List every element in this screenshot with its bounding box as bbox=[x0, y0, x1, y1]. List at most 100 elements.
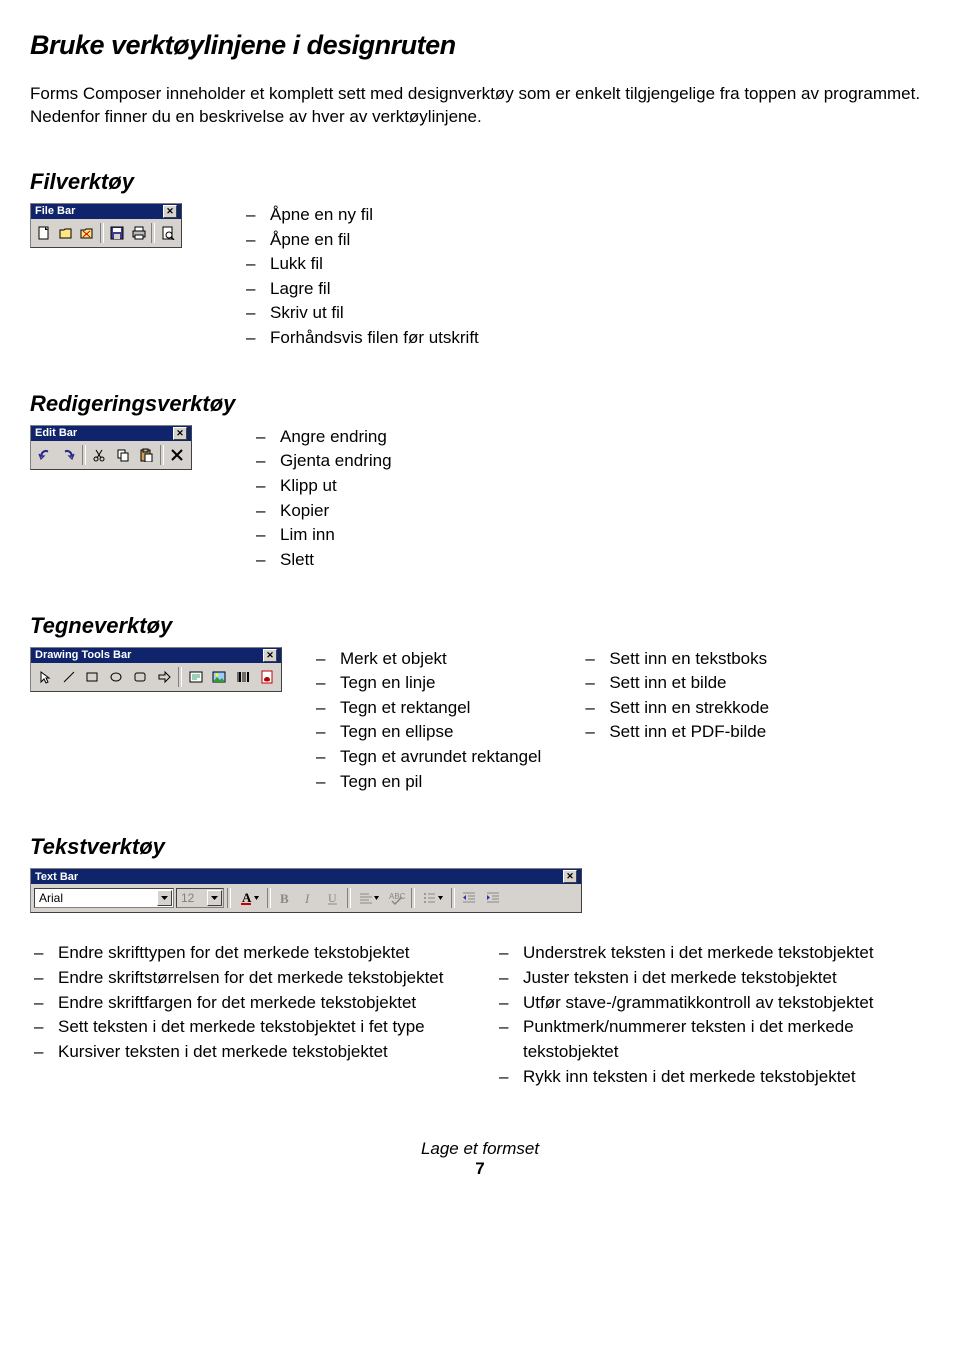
svg-text:B: B bbox=[280, 891, 289, 905]
outdent-icon[interactable] bbox=[458, 887, 480, 909]
file-tools-section: Filverktøy File Bar ✕ bbox=[30, 169, 930, 351]
edit-toolbar: Edit Bar ✕ bbox=[30, 425, 192, 470]
file-tools-heading: Filverktøy bbox=[30, 169, 930, 195]
list-item: Rykk inn teksten i det merkede tekstobje… bbox=[519, 1065, 930, 1090]
close-icon[interactable]: ✕ bbox=[263, 649, 277, 662]
list-item: Skriv ut fil bbox=[266, 301, 479, 326]
barcode-icon[interactable] bbox=[232, 666, 254, 688]
list-item: Tegn en pil bbox=[336, 770, 541, 795]
list-item: Sett teksten i det merkede tekstobjektet… bbox=[54, 1015, 465, 1040]
line-icon[interactable] bbox=[58, 666, 80, 688]
list-item: Tegn en linje bbox=[336, 671, 541, 696]
cut-icon[interactable] bbox=[89, 444, 110, 466]
text-tools-section: Tekstverktøy Text Bar ✕ Arial 12 A B bbox=[30, 834, 930, 1089]
file-tools-list: Åpne en ny fil Åpne en fil Lukk fil Lagr… bbox=[242, 203, 479, 351]
list-item: Endre skriftstørrelsen for det merkede t… bbox=[54, 966, 465, 991]
page-title: Bruke verktøylinjene i designruten bbox=[30, 30, 930, 61]
bullets-icon[interactable] bbox=[418, 887, 448, 909]
draw-tools-list-2: Sett inn en tekstboks Sett inn et bilde … bbox=[581, 647, 769, 795]
pointer-icon[interactable] bbox=[34, 666, 56, 688]
close-file-icon[interactable] bbox=[77, 222, 97, 244]
close-icon[interactable]: ✕ bbox=[173, 427, 187, 440]
save-icon[interactable] bbox=[107, 222, 127, 244]
draw-tools-section: Tegneverktøy Drawing Tools Bar ✕ bbox=[30, 613, 930, 795]
list-item: Endre skrifttypen for det merkede teksto… bbox=[54, 941, 465, 966]
spellcheck-icon[interactable]: ABC bbox=[386, 887, 408, 909]
list-item: Åpne en ny fil bbox=[266, 203, 479, 228]
edit-tools-list: Angre endring Gjenta endring Klipp ut Ko… bbox=[252, 425, 392, 573]
list-item: Lim inn bbox=[276, 523, 392, 548]
draw-toolbar-title: Drawing Tools Bar bbox=[35, 649, 131, 661]
list-item: Kopier bbox=[276, 499, 392, 524]
svg-text:U: U bbox=[328, 891, 337, 905]
font-dropdown[interactable]: Arial bbox=[34, 888, 174, 908]
footer-label: Lage et formset bbox=[30, 1139, 930, 1159]
edit-tools-section: Redigeringsverktøy Edit Bar ✕ bbox=[30, 391, 930, 573]
footer-page-number: 7 bbox=[30, 1159, 930, 1179]
list-item: Sett inn et bilde bbox=[605, 671, 769, 696]
text-tools-heading: Tekstverktøy bbox=[30, 834, 930, 860]
ellipse-icon[interactable] bbox=[105, 666, 127, 688]
list-item: Understrek teksten i det merkede tekstob… bbox=[519, 941, 930, 966]
pdf-icon[interactable] bbox=[256, 666, 278, 688]
text-toolbar-title: Text Bar bbox=[35, 871, 78, 883]
svg-text:I: I bbox=[304, 891, 310, 905]
edit-tools-heading: Redigeringsverktøy bbox=[30, 391, 930, 417]
edit-toolbar-title: Edit Bar bbox=[35, 427, 77, 439]
chevron-down-icon[interactable] bbox=[157, 890, 172, 906]
undo-icon[interactable] bbox=[34, 444, 55, 466]
chevron-down-icon[interactable] bbox=[207, 890, 222, 906]
list-item: Punktmerk/nummerer teksten i det merkede… bbox=[519, 1015, 930, 1064]
arrow-icon[interactable] bbox=[153, 666, 175, 688]
textbox-icon[interactable] bbox=[185, 666, 207, 688]
list-item: Kursiver teksten i det merkede tekstobje… bbox=[54, 1040, 465, 1065]
file-toolbar-title: File Bar bbox=[35, 205, 75, 217]
text-tools-list-2: Understrek teksten i det merkede tekstob… bbox=[495, 941, 930, 1089]
bold-icon[interactable]: B bbox=[274, 887, 296, 909]
print-icon[interactable] bbox=[129, 222, 149, 244]
size-value: 12 bbox=[181, 891, 194, 905]
open-file-icon[interactable] bbox=[56, 222, 76, 244]
paste-icon[interactable] bbox=[135, 444, 156, 466]
list-item: Lagre fil bbox=[266, 277, 479, 302]
close-icon[interactable]: ✕ bbox=[563, 870, 577, 883]
svg-text:A: A bbox=[242, 890, 252, 905]
list-item: Utfør stave-/grammatikkontroll av teksto… bbox=[519, 991, 930, 1016]
list-item: Sett inn en strekkode bbox=[605, 696, 769, 721]
redo-icon[interactable] bbox=[57, 444, 78, 466]
copy-icon[interactable] bbox=[112, 444, 133, 466]
underline-icon[interactable]: U bbox=[322, 887, 344, 909]
list-item: Merk et objekt bbox=[336, 647, 541, 672]
size-dropdown[interactable]: 12 bbox=[176, 888, 224, 908]
preview-icon[interactable] bbox=[158, 222, 178, 244]
list-item: Tegn en ellipse bbox=[336, 720, 541, 745]
delete-icon[interactable] bbox=[167, 444, 188, 466]
rectangle-icon[interactable] bbox=[82, 666, 104, 688]
svg-text:ABC: ABC bbox=[389, 892, 405, 901]
list-item: Slett bbox=[276, 548, 392, 573]
list-item: Forhåndsvis filen før utskrift bbox=[266, 326, 479, 351]
font-value: Arial bbox=[39, 891, 63, 905]
italic-icon[interactable]: I bbox=[298, 887, 320, 909]
list-item: Sett inn en tekstboks bbox=[605, 647, 769, 672]
font-color-icon[interactable]: A bbox=[234, 887, 264, 909]
list-item: Juster teksten i det merkede tekstobjekt… bbox=[519, 966, 930, 991]
list-item: Endre skriftfargen for det merkede tekst… bbox=[54, 991, 465, 1016]
list-item: Sett inn et PDF-bilde bbox=[605, 720, 769, 745]
list-item: Angre endring bbox=[276, 425, 392, 450]
draw-toolbar: Drawing Tools Bar ✕ bbox=[30, 647, 282, 692]
new-file-icon[interactable] bbox=[34, 222, 54, 244]
indent-icon[interactable] bbox=[482, 887, 504, 909]
file-toolbar: File Bar ✕ bbox=[30, 203, 182, 248]
align-icon[interactable] bbox=[354, 887, 384, 909]
intro-text: Forms Composer inneholder et komplett se… bbox=[30, 83, 930, 129]
list-item: Tegn et rektangel bbox=[336, 696, 541, 721]
draw-tools-heading: Tegneverktøy bbox=[30, 613, 930, 639]
text-toolbar: Text Bar ✕ Arial 12 A B I U bbox=[30, 868, 582, 913]
list-item: Gjenta endring bbox=[276, 449, 392, 474]
list-item: Lukk fil bbox=[266, 252, 479, 277]
rounded-rect-icon[interactable] bbox=[129, 666, 151, 688]
close-icon[interactable]: ✕ bbox=[163, 205, 177, 218]
image-icon[interactable] bbox=[209, 666, 231, 688]
page-footer: Lage et formset 7 bbox=[30, 1139, 930, 1179]
